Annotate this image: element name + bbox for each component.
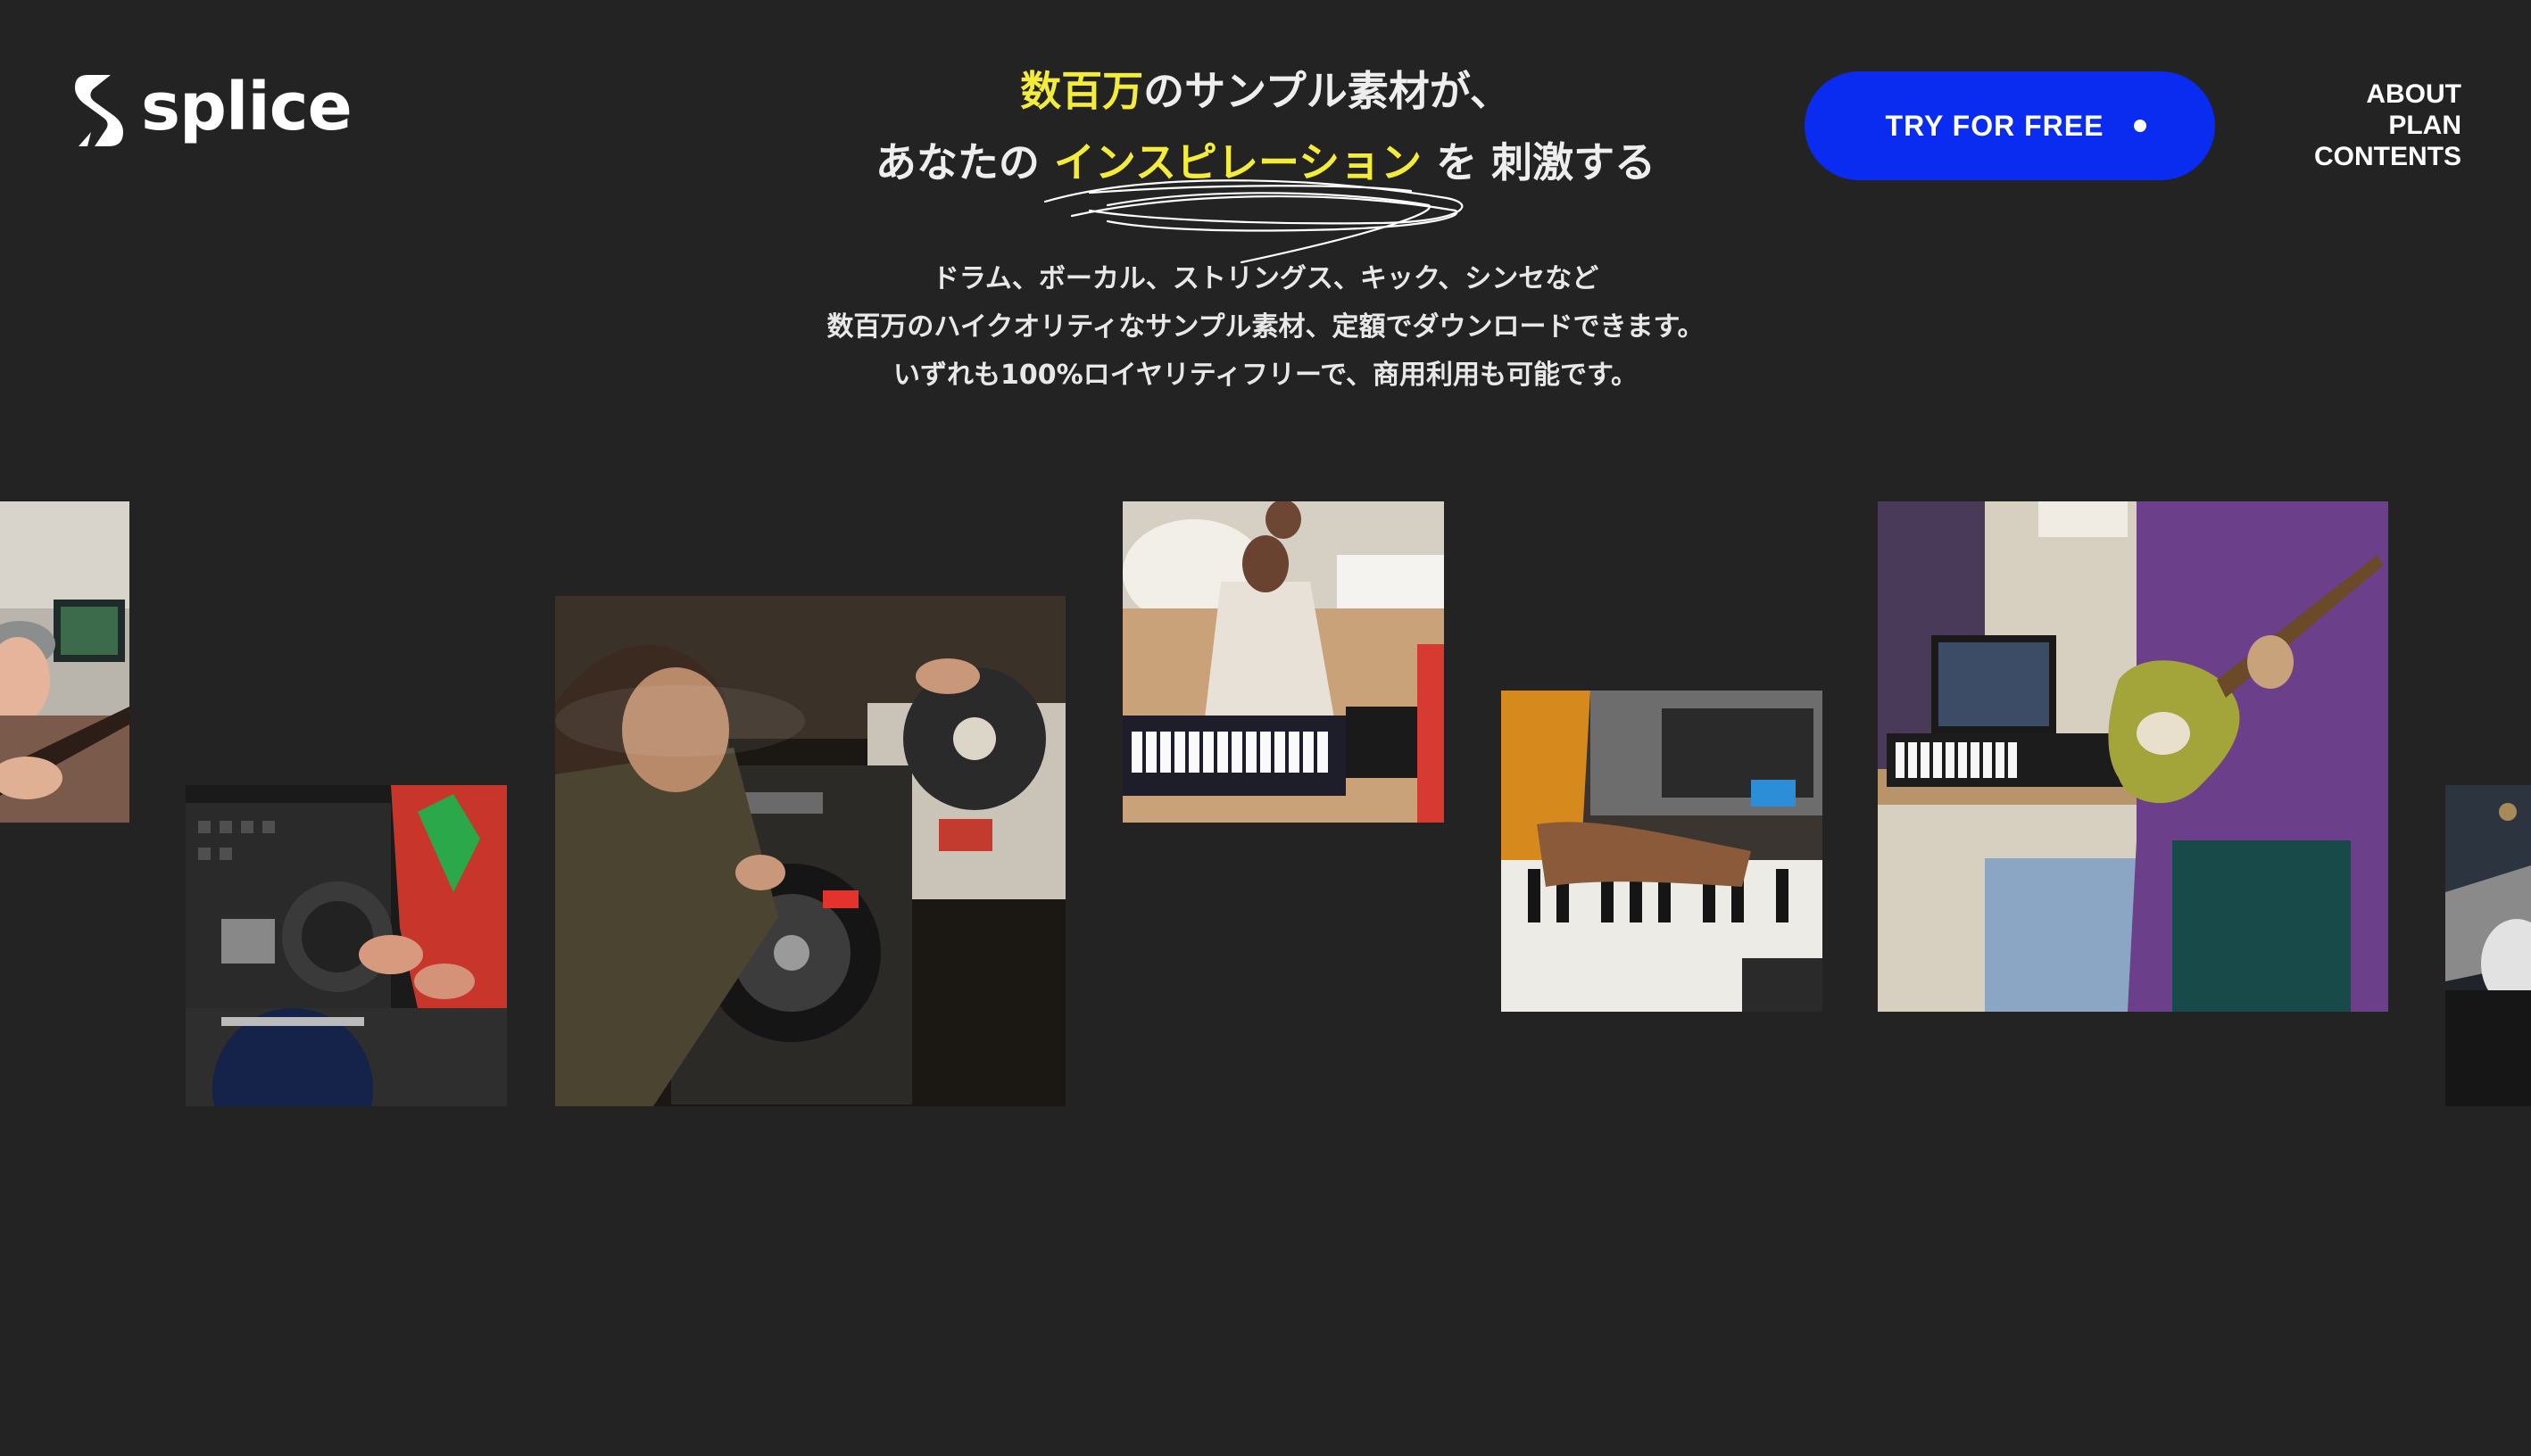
headline-highlight-millions: 数百万 <box>1020 67 1144 115</box>
cta-dot-icon <box>2134 120 2147 132</box>
headline-line-2-prefix: あなたの <box>875 138 1040 186</box>
description-line-1: ドラム、ボーカル、ストリングス、キック、シンセなど <box>932 263 1599 294</box>
photo-guitarist-in-studio <box>0 501 129 823</box>
nav-item-contents[interactable]: CONTENTS <box>2314 141 2461 172</box>
description-line-3: いずれも100%ロイヤリティフリーで、商用利用も可能です。 <box>893 360 1638 391</box>
photo-dj-with-turntables <box>555 596 1066 1106</box>
description-line-2: 数百万のハイクオリティなサンプル素材、定額でダウンロードできます。 <box>826 311 1705 343</box>
nav-item-plan[interactable]: PLAN <box>2314 110 2461 141</box>
photo-father-and-child-with-keyboard <box>1123 501 1444 823</box>
try-for-free-button[interactable]: TRY FOR FREE <box>1805 71 2215 180</box>
headline-line-2: あなたの インスピレーション を 刺激する <box>875 127 1656 264</box>
photo-performer-partial <box>2445 785 2531 1106</box>
headline-highlight-inspiration: インスピレーション <box>1053 138 1423 186</box>
headline-line-2-suffix: を 刺激する <box>1436 138 1656 186</box>
nav-item-about[interactable]: ABOUT <box>2314 79 2461 110</box>
try-for-free-label: TRY FOR FREE <box>1885 109 2104 142</box>
top-nav: ABOUT PLAN CONTENTS <box>2314 79 2461 172</box>
photo-guitarist-with-green-guitar <box>1878 501 2388 1012</box>
page: splice 数百万のサンプル素材が、 あなたの インスピレーション を 刺激す… <box>0 0 2531 1456</box>
photo-dj-mixer-closeup <box>186 785 507 1106</box>
intro-description: ドラム、ボーカル、ストリングス、キック、シンセなど 数百万のハイクオリティなサン… <box>0 255 2531 400</box>
photo-hands-on-piano-keys <box>1501 691 1822 1012</box>
headline-line-1-rest: のサンプル素材が、 <box>1143 67 1511 115</box>
